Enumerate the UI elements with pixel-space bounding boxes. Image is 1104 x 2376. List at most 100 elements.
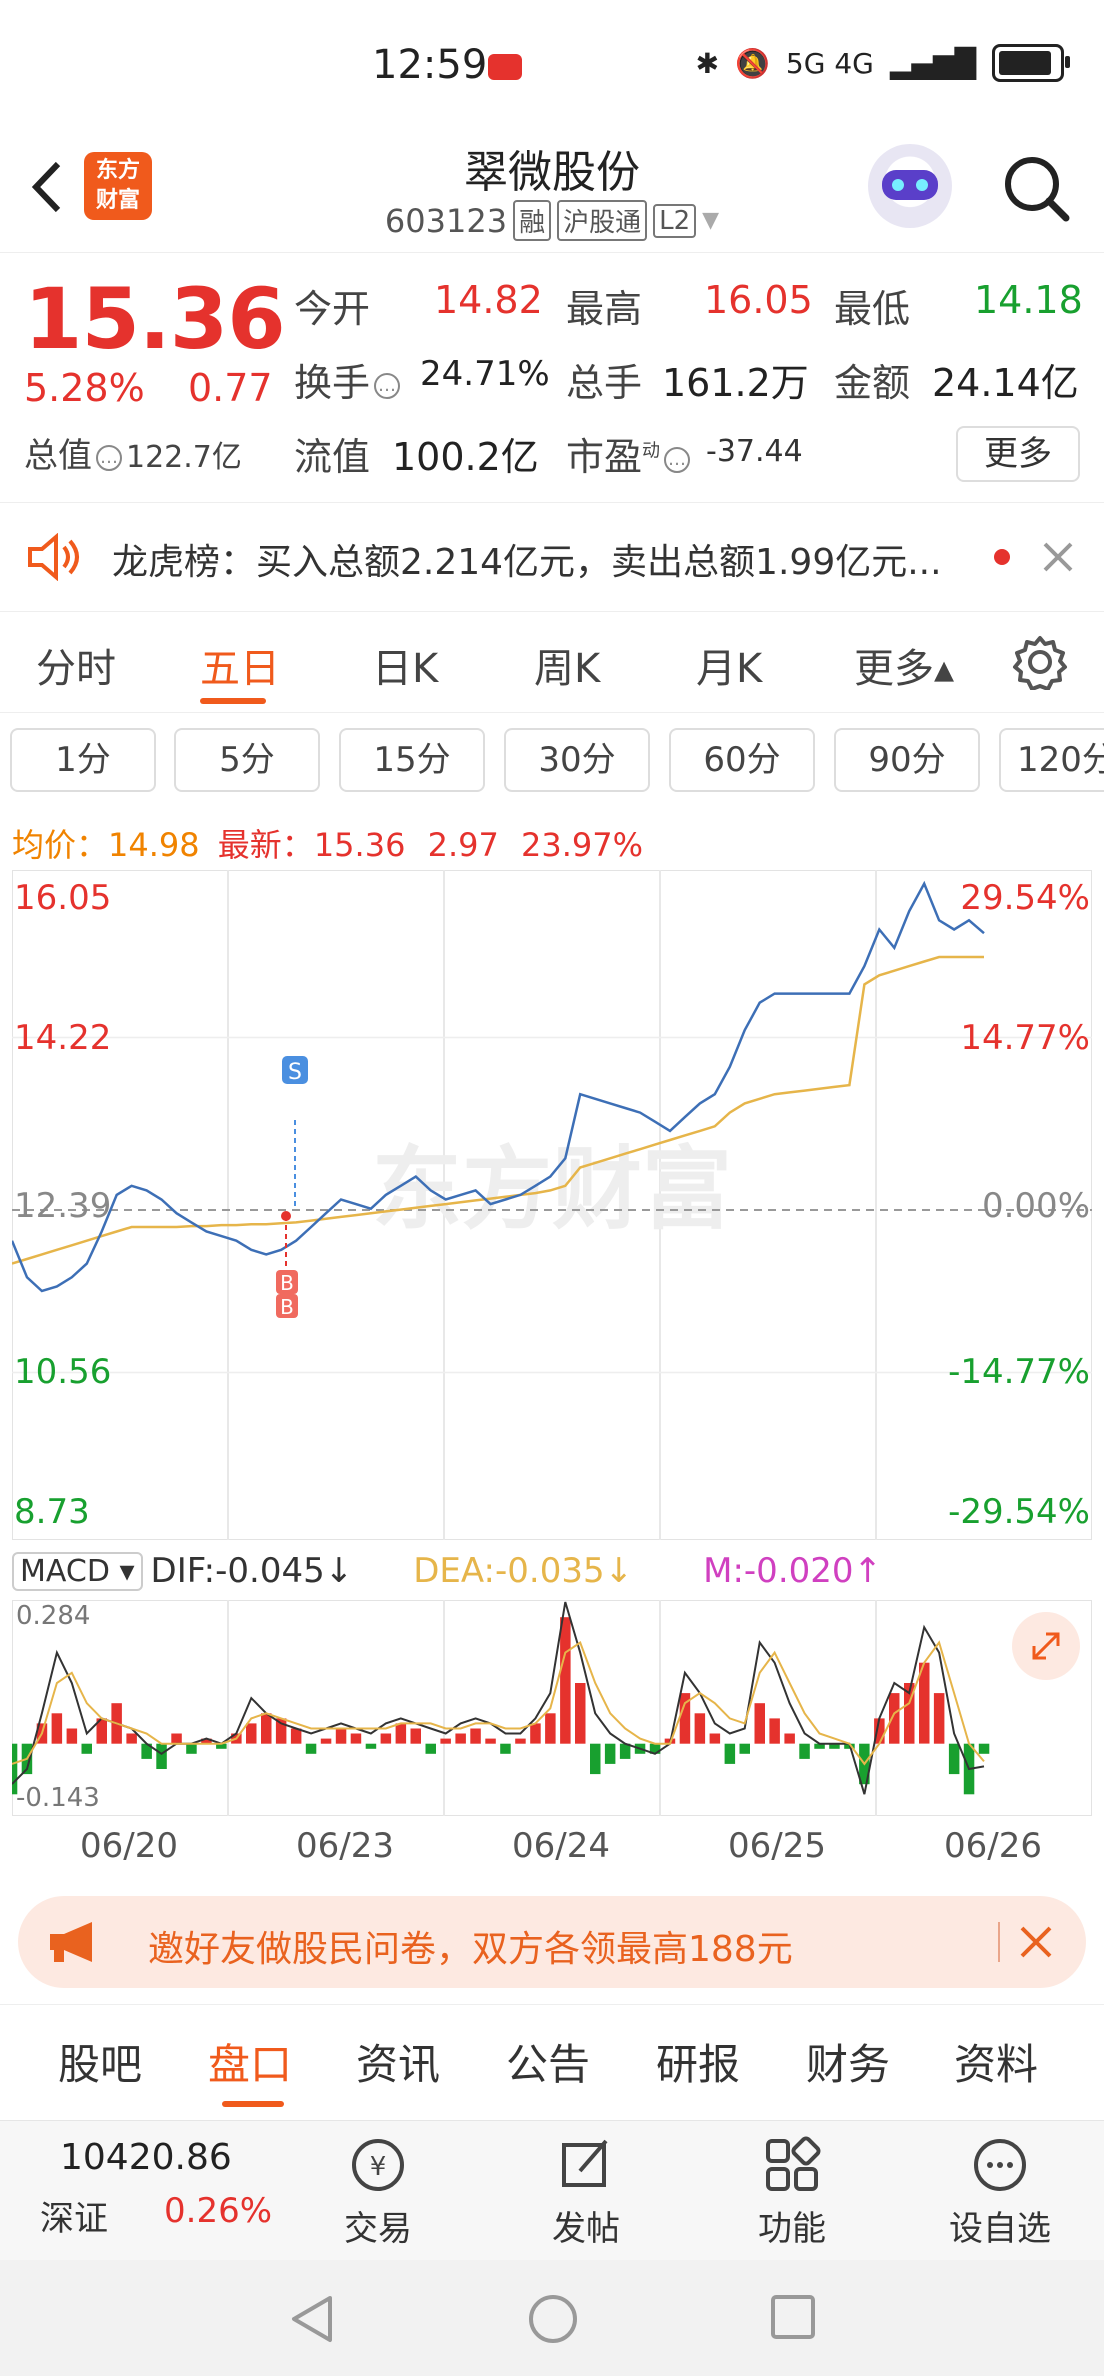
macd-bar xyxy=(590,1743,601,1775)
tag-margin: 融 xyxy=(513,200,552,241)
network-icon: 5G 4G xyxy=(785,46,874,80)
svg-text:B: B xyxy=(280,1271,294,1295)
edit-icon xyxy=(562,2139,608,2187)
home-nav-icon[interactable] xyxy=(526,2292,580,2346)
dea-label: DEA:-0.035 xyxy=(413,1551,605,1591)
tab-order-book[interactable]: 盘口 xyxy=(208,2031,292,2092)
macd-bar xyxy=(126,1733,137,1744)
search-icon xyxy=(1005,157,1070,222)
macd-bar xyxy=(948,1743,960,1775)
search-button[interactable] xyxy=(1000,152,1072,224)
tag-l2: L2 xyxy=(653,203,697,238)
interval-120min[interactable]: 120分 xyxy=(999,728,1104,792)
chart-legend: 均价：14.98 最新：15.36 2.97 23.97% xyxy=(12,820,643,866)
svg-text:B: B xyxy=(280,1295,294,1319)
info-icon: … xyxy=(374,372,401,399)
turnover-value: 24.71% xyxy=(420,354,550,394)
macd-bar xyxy=(365,1743,377,1749)
macd-bar xyxy=(66,1728,78,1744)
float-cap-value: 100.2亿 xyxy=(392,435,539,479)
assistant-robot-icon[interactable] xyxy=(868,144,952,228)
last-label: 最新： xyxy=(217,826,314,864)
x-label-2: 06/24 xyxy=(512,1826,610,1866)
macd-bar xyxy=(784,1733,795,1744)
tab-profile[interactable]: 资料 xyxy=(954,2031,1038,2092)
close-icon[interactable] xyxy=(1042,541,1074,573)
index-name: 深证 xyxy=(40,2199,108,2239)
macd-chart[interactable]: 0.284 -0.143 xyxy=(12,1600,1092,1816)
functions-button[interactable]: 功能 xyxy=(712,2133,872,2250)
last-change: 2.97 xyxy=(427,826,499,864)
app-logo[interactable]: 东方 财富 xyxy=(84,152,152,220)
macd-bar xyxy=(305,1743,317,1754)
tab-intraday[interactable]: 分时 xyxy=(36,636,116,694)
more-quote-button[interactable]: 更多 xyxy=(956,426,1080,482)
tab-daily-k[interactable]: 日K xyxy=(372,636,438,694)
open-label: 今开 xyxy=(294,287,371,331)
expand-button xyxy=(1012,1612,1080,1680)
interval-90min[interactable]: 90分 xyxy=(834,728,980,792)
close-icon[interactable] xyxy=(1018,1924,1054,1960)
speaker-icon xyxy=(28,533,79,581)
macd-y-bottom: -0.143 xyxy=(16,1783,100,1813)
macd-bar xyxy=(754,1703,765,1744)
x-label-1: 06/23 xyxy=(296,1826,394,1866)
macd-bar xyxy=(978,1743,990,1754)
x-label-3: 06/25 xyxy=(728,1826,826,1866)
interval-30min[interactable]: 30分 xyxy=(504,728,650,792)
volume-value: 161.2万 xyxy=(662,361,809,405)
macd-bar xyxy=(320,1738,332,1744)
y-tick-left-4: 8.73 xyxy=(14,1492,90,1532)
post-button[interactable]: 发帖 xyxy=(506,2133,666,2250)
macd-bar xyxy=(81,1743,92,1754)
tab-more[interactable]: 更多▴ xyxy=(854,636,954,694)
index-value[interactable]: 10420.86 xyxy=(60,2137,232,2178)
macd-bar xyxy=(380,1733,392,1744)
interval-5min[interactable]: 5分 xyxy=(174,728,320,792)
status-icons: ✱ 🔕 5G 4G ▂▄▆█ xyxy=(696,44,1070,82)
interval-1min[interactable]: 1分 xyxy=(10,728,156,792)
tab-five-day[interactable]: 五日 xyxy=(200,636,280,694)
unread-dot xyxy=(994,549,1010,565)
m-label: M:-0.020 xyxy=(703,1551,854,1591)
grid-icon xyxy=(766,2136,821,2191)
interval-60min[interactable]: 60分 xyxy=(669,728,815,792)
back-nav-icon[interactable] xyxy=(286,2292,336,2346)
five-day-price-chart[interactable]: 东方财富 S B B xyxy=(12,870,1092,1540)
macd-bar xyxy=(470,1728,481,1744)
dragon-tiger-notice[interactable]: 龙虎榜：买入总额2.214亿元，卖出总额1.99亿元... xyxy=(0,502,1104,612)
macd-y-top: 0.284 xyxy=(16,1601,90,1631)
macd-bar xyxy=(261,1713,272,1744)
macd-bar xyxy=(410,1728,421,1744)
change-percent: 5.28% xyxy=(24,366,145,410)
tab-weekly-k[interactable]: 周K xyxy=(534,636,600,694)
status-bar: 12:59 ✱ 🔕 5G 4G ▂▄▆█ xyxy=(0,0,1104,130)
chevron-down-icon[interactable]: ▼ xyxy=(702,208,719,233)
add-watchlist-button[interactable]: 设自选 xyxy=(920,2133,1080,2250)
interval-15min[interactable]: 15分 xyxy=(339,728,485,792)
macd-bar xyxy=(156,1743,167,1769)
macd-bar xyxy=(724,1743,736,1764)
gear-icon[interactable] xyxy=(1012,634,1068,690)
macd-bar xyxy=(335,1728,347,1744)
tab-financials[interactable]: 财务 xyxy=(806,2031,890,2092)
trade-button[interactable]: ¥ 交易 xyxy=(298,2133,458,2250)
amount-value: 24.14亿 xyxy=(932,361,1079,405)
tab-forum[interactable]: 股吧 xyxy=(58,2031,142,2092)
macd-bar xyxy=(440,1738,451,1744)
tab-announcements[interactable]: 公告 xyxy=(506,2031,590,2092)
macd-bar xyxy=(515,1738,526,1744)
open-value: 14.82 xyxy=(434,278,543,322)
tab-news[interactable]: 资讯 xyxy=(356,2031,440,2092)
tab-research[interactable]: 研报 xyxy=(656,2031,740,2092)
recents-nav-icon[interactable] xyxy=(768,2292,818,2342)
indicator-select[interactable]: MACD ▾ xyxy=(12,1551,143,1591)
macd-bar xyxy=(799,1743,810,1759)
macd-bar xyxy=(395,1723,407,1744)
tab-monthly-k[interactable]: 月K xyxy=(696,636,762,694)
status-clock: 12:59 xyxy=(372,42,488,88)
macd-bar xyxy=(694,1713,706,1744)
trade-icon: ¥ xyxy=(352,2139,404,2191)
back-button[interactable] xyxy=(22,152,72,222)
promo-banner[interactable]: 邀好友做股民问卷，双方各领最高188元 xyxy=(18,1896,1086,1988)
